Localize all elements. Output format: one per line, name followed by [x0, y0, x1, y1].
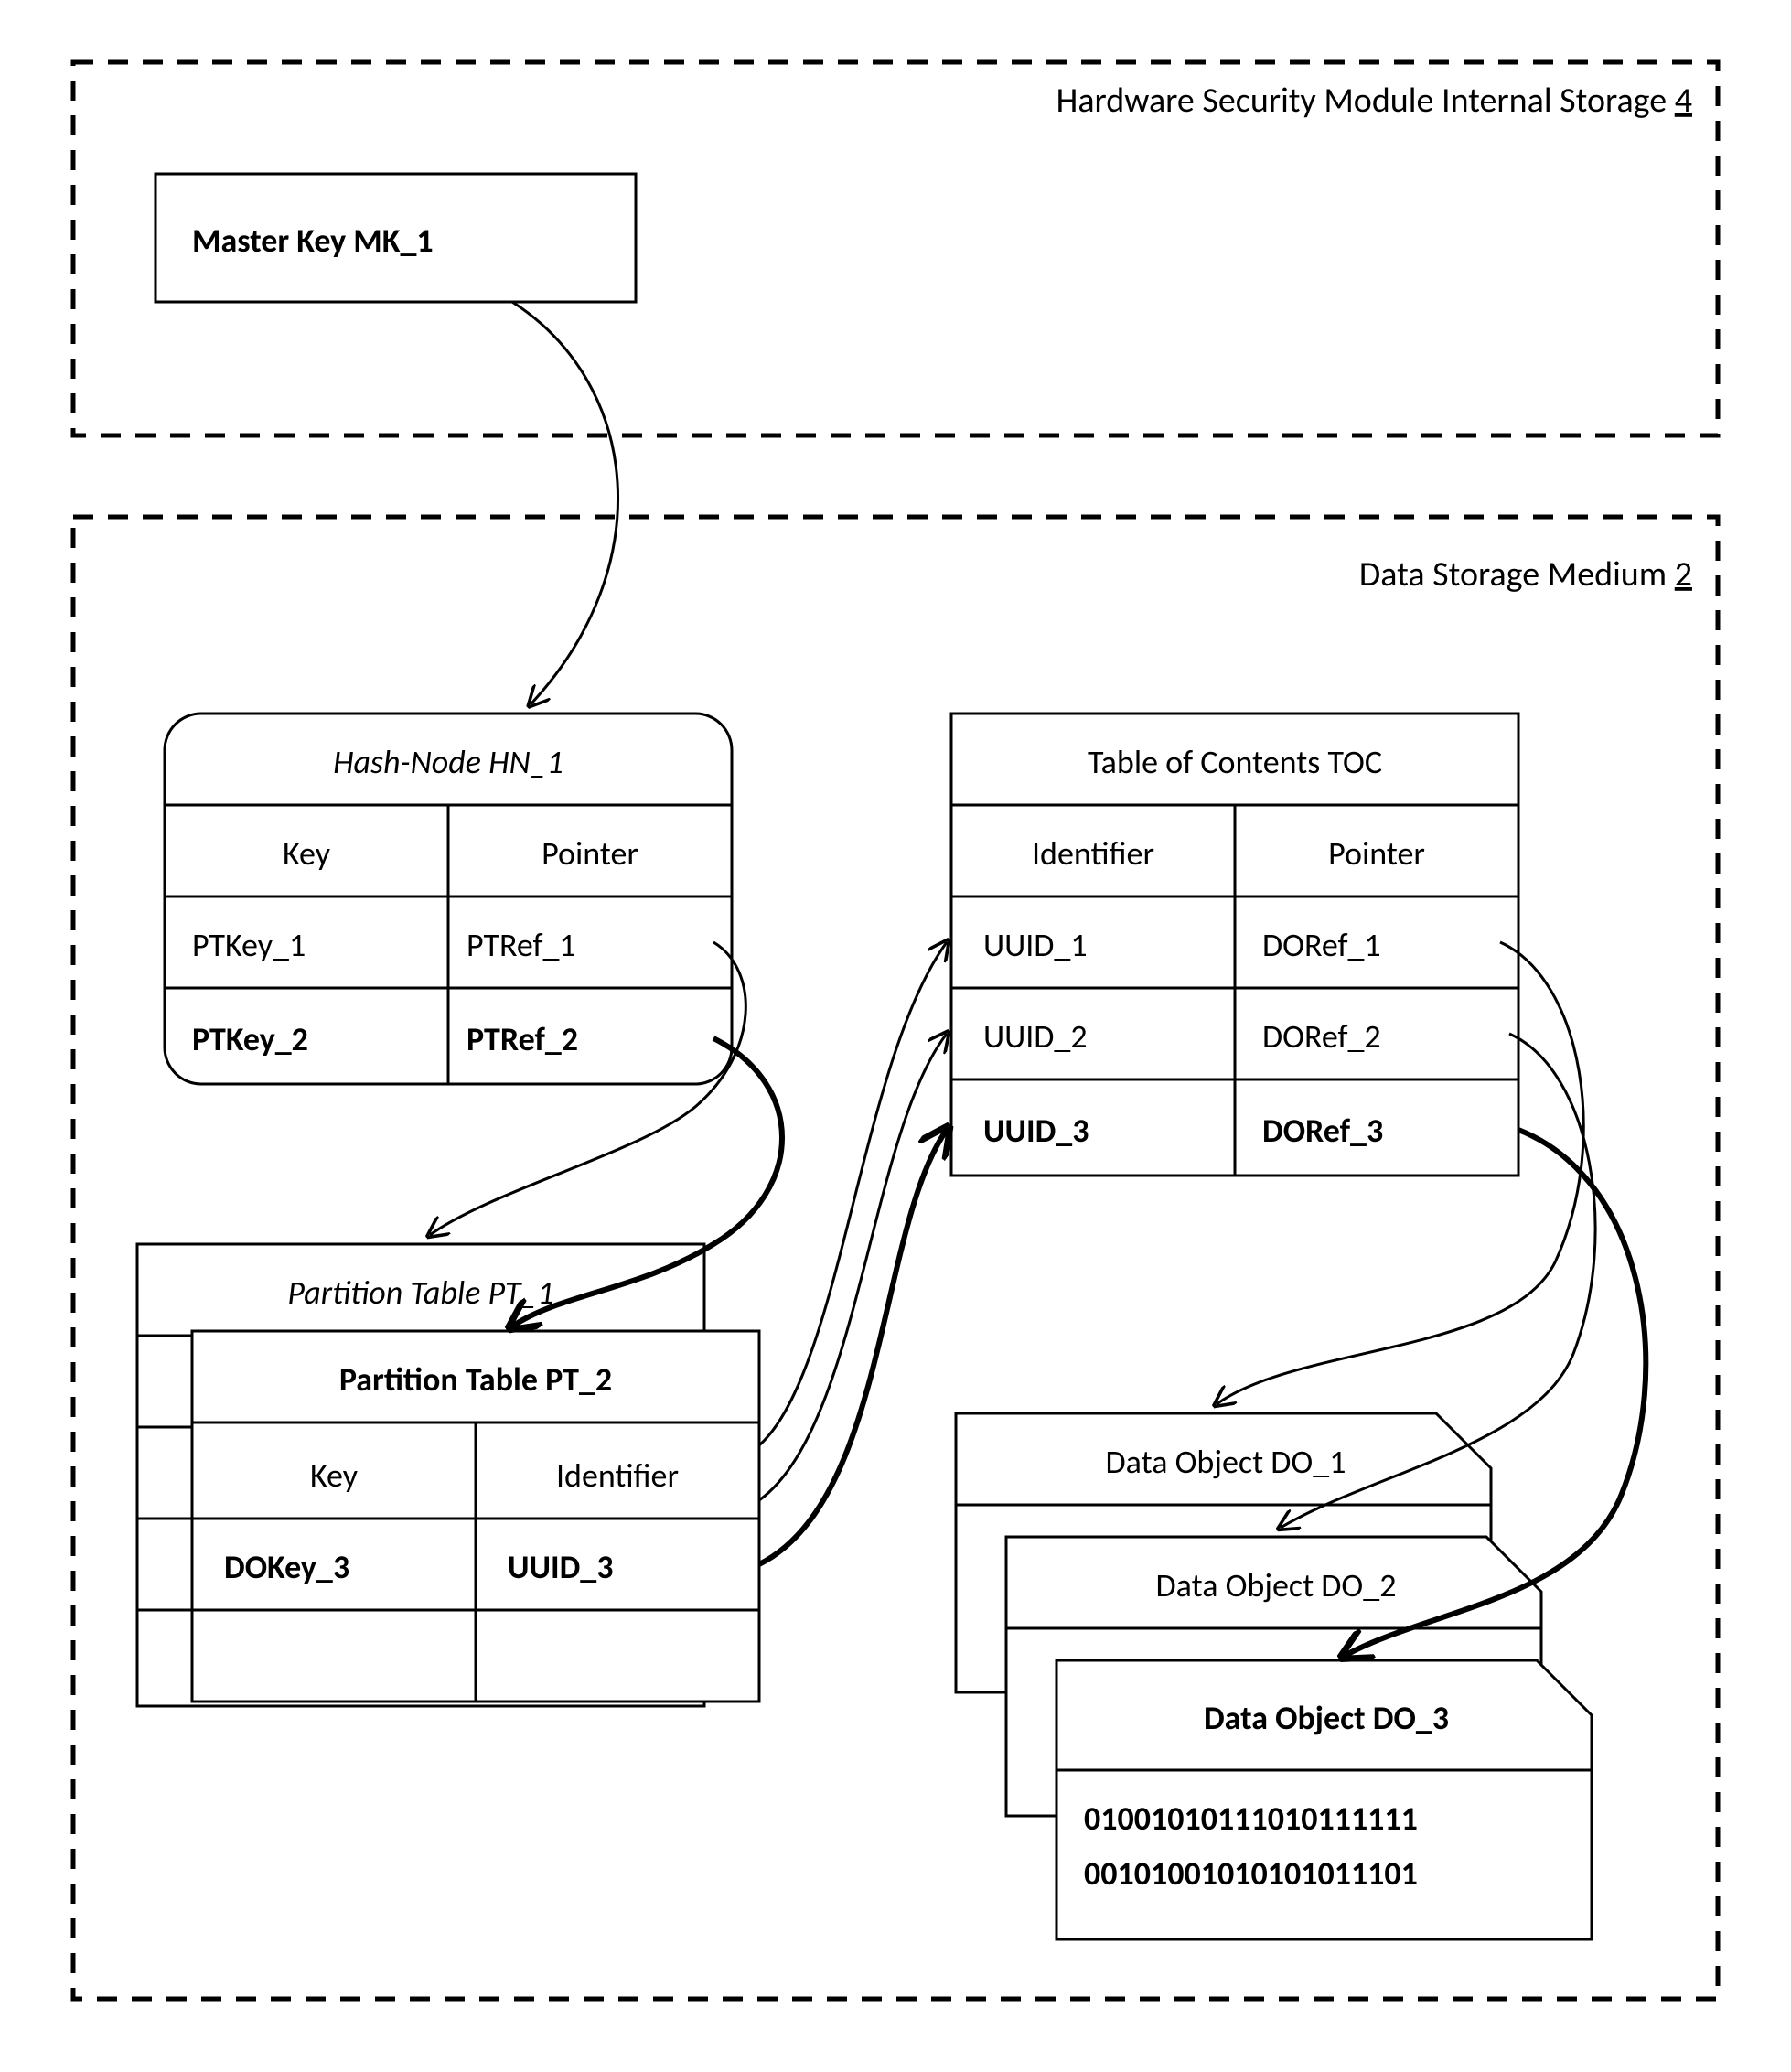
- pt2: Partition Table PT_2 Key Identifier DOKe…: [192, 1331, 759, 1702]
- pt2-title: Partition Table PT_2: [339, 1359, 612, 1400]
- do3-bits1: 01001010111010111111: [1084, 1798, 1418, 1839]
- pt2-row-id: UUID_3: [508, 1547, 613, 1587]
- hash-node-col-ptr: Pointer: [542, 833, 638, 874]
- toc-col-id: Identifier: [1032, 833, 1154, 874]
- pt2-row-key: DOKey_3: [224, 1547, 349, 1587]
- arrow-uuid3-to-toc: [759, 1130, 947, 1564]
- toc-r0-id: UUID_1: [983, 925, 1088, 965]
- hash-node-r0-key: PTKey_1: [192, 925, 306, 965]
- arrow-mk-to-hn: [512, 302, 618, 704]
- hash-node-r0-ptr: PTRef_1: [467, 925, 576, 965]
- hash-node-r1-ptr: PTRef_2: [467, 1019, 578, 1059]
- hash-node-title: Hash-Node HN_1: [333, 742, 563, 782]
- do3-title: Data Object DO_3: [1204, 1698, 1449, 1738]
- toc-r1-ptr: DORef_2: [1262, 1016, 1381, 1057]
- do3-bits2: 00101001010101011101: [1084, 1853, 1418, 1894]
- do1-title: Data Object DO_1: [1106, 1442, 1346, 1482]
- hash-node-col-key: Key: [283, 833, 331, 874]
- toc-r1-id: UUID_2: [983, 1016, 1088, 1057]
- hsm-title: Hardware Security Module Internal Storag…: [1056, 80, 1692, 122]
- toc-title: Table of Contents TOC: [1088, 742, 1382, 782]
- hash-node: Hash-Node HN_1 Key Pointer PTKey_1 PTRef…: [165, 714, 732, 1084]
- toc-r2-ptr: DORef_3: [1262, 1111, 1383, 1151]
- do3: Data Object DO_3 01001010111010111111 00…: [1056, 1660, 1592, 1939]
- pt2-col-key: Key: [310, 1455, 359, 1496]
- toc-r0-ptr: DORef_1: [1262, 925, 1381, 965]
- dsm-title: Data Storage Medium 2: [1359, 553, 1692, 596]
- master-key-label: Master Key MK_1: [192, 220, 434, 261]
- hash-node-r1-key: PTKey_2: [192, 1019, 308, 1059]
- pt1-title: Partition Table PT_1: [287, 1272, 553, 1313]
- toc-col-ptr: Pointer: [1328, 833, 1425, 874]
- toc-r2-id: UUID_3: [983, 1111, 1089, 1151]
- toc: Table of Contents TOC Identifier Pointer…: [951, 714, 1518, 1176]
- do2-title: Data Object DO_2: [1156, 1565, 1397, 1605]
- pt2-col-id: Identifier: [556, 1455, 679, 1496]
